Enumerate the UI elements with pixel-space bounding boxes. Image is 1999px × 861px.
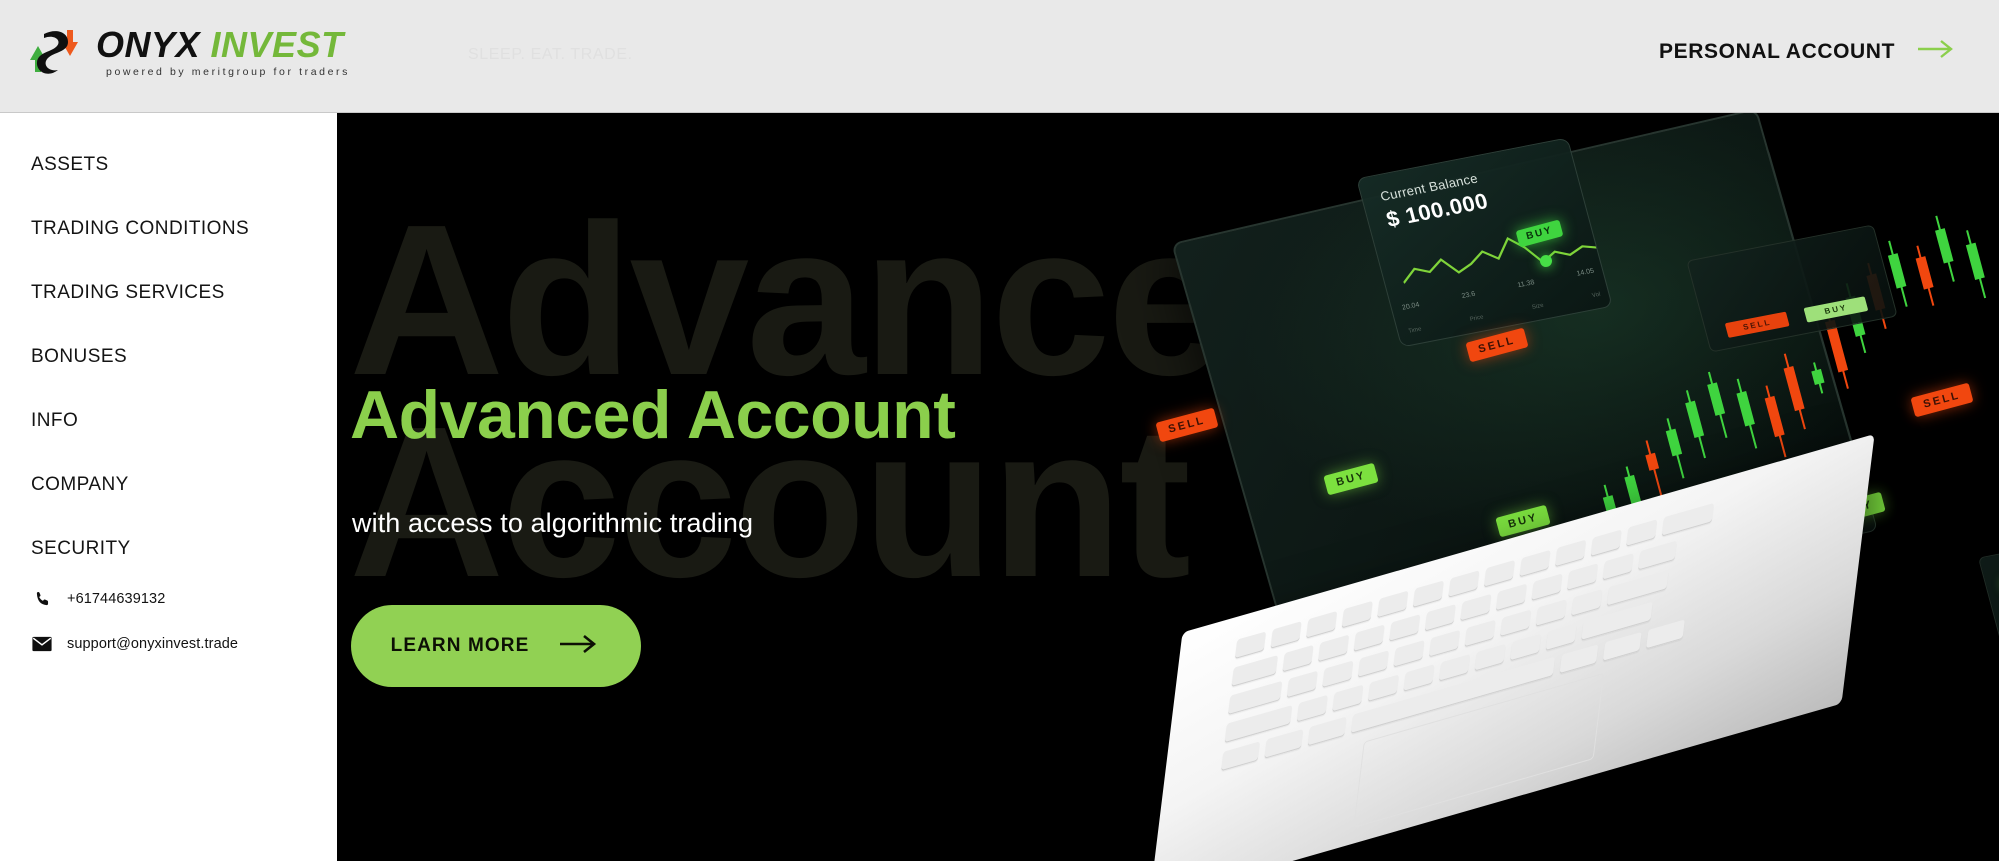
trade-tag-sell: SELL <box>1155 407 1219 443</box>
sidebar-item-security[interactable]: SECURITY <box>0 517 337 581</box>
sidebar-item-assets[interactable]: ASSETS <box>0 133 337 197</box>
order-sell-button[interactable]: SELL <box>1724 311 1790 338</box>
hero-title: Advanced Account <box>350 377 956 453</box>
personal-account-button[interactable]: PERSONAL ACCOUNT <box>1659 38 1957 65</box>
learn-more-button[interactable]: LEARN MORE <box>351 605 641 687</box>
sidebar-item-label: TRADING SERVICES <box>31 282 225 303</box>
trade-tag-sell: SELL <box>1910 382 1974 418</box>
logo-word-invest: INVEST <box>210 24 344 65</box>
hero-subtitle: with access to algorithmic trading <box>352 508 754 538</box>
logo-wordmark: ONYX INVEST <box>96 24 344 66</box>
contact-phone-text: +61744639132 <box>67 591 166 607</box>
sidebar-item-label: ASSETS <box>31 154 109 175</box>
sidebar-item-label: COMPANY <box>31 474 129 495</box>
sidebar-item-bonuses[interactable]: BONUSES <box>0 325 337 389</box>
personal-account-label: PERSONAL ACCOUNT <box>1659 39 1895 63</box>
sidebar-item-trading-conditions[interactable]: TRADING CONDITIONS <box>0 197 337 261</box>
logo-word-onyx: ONYX <box>96 24 201 65</box>
sidebar-item-label: TRADING CONDITIONS <box>31 218 250 239</box>
balance-footer-label: Time <box>1407 326 1423 335</box>
arrow-right-icon <box>1917 38 1957 65</box>
sidebar-item-label: BONUSES <box>31 346 128 367</box>
sidebar-item-label: INFO <box>31 410 79 431</box>
sidebar-item-label: SECURITY <box>31 538 131 559</box>
phone-icon <box>31 588 53 610</box>
contact-email[interactable]: support@onyxinvest.trade <box>31 633 238 655</box>
mail-icon <box>31 633 53 655</box>
header-tagline: SLEEP. EAT. TRADE. <box>468 46 633 63</box>
balance-stat: 23.6 <box>1460 290 1477 301</box>
contact-phone[interactable]: +61744639132 <box>31 588 238 610</box>
balance-stat: 20.04 <box>1401 301 1421 312</box>
hero-section: Advanced Account Current Balance $ 100.0… <box>337 113 1999 861</box>
progress-bars-panel <box>1977 522 1999 674</box>
balance-footer-label: Size <box>1531 302 1545 311</box>
site-header: ONYX INVEST powered by meritgroup for tr… <box>0 0 1999 113</box>
main-sidebar: ASSETS TRADING CONDITIONS TRADING SERVIC… <box>0 113 337 861</box>
sidebar-item-info[interactable]: INFO <box>0 389 337 453</box>
contact-email-text: support@onyxinvest.trade <box>67 636 239 652</box>
balance-footer-label: Price <box>1469 314 1485 323</box>
arrow-right-icon <box>559 633 601 660</box>
sidebar-item-company[interactable]: COMPANY <box>0 453 337 517</box>
learn-more-label: LEARN MORE <box>390 635 530 656</box>
logo-arrows-icon <box>24 26 88 78</box>
page-root: ONYX INVEST powered by meritgroup for tr… <box>0 0 1999 861</box>
order-buy-button[interactable]: BUY <box>1803 296 1869 323</box>
brand-logo[interactable]: ONYX INVEST powered by meritgroup for tr… <box>24 22 347 96</box>
logo-subtitle: powered by meritgroup for traders <box>106 66 350 78</box>
trading-laptop-illustration: Current Balance $ 100.000 20.04 23.6 11.… <box>997 113 1999 861</box>
sidebar-item-trading-services[interactable]: TRADING SERVICES <box>0 261 337 325</box>
balance-footer-label: Vol <box>1591 291 1602 300</box>
sidebar-contacts: +61744639132 support@onyxinvest.trade <box>31 588 238 678</box>
